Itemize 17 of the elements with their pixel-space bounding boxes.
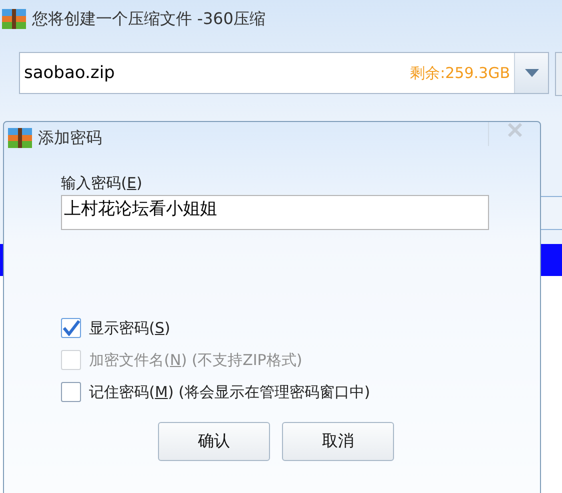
password-field[interactable]: 上村花论坛看小姐姐 <box>61 195 489 230</box>
dropdown-button[interactable] <box>514 53 548 93</box>
archive-icon <box>8 128 32 148</box>
archive-icon <box>2 9 26 29</box>
option-label: 显示密码(S) <box>89 318 170 338</box>
dialog-button[interactable]: 取消 <box>282 422 394 461</box>
password-label: 输入密码(E) <box>61 174 142 193</box>
window-title: 您将创建一个压缩文件 -360压缩 <box>32 8 266 30</box>
option-label: 加密文件名(N) (不支持ZIP格式) <box>89 350 302 370</box>
caret-icon <box>524 69 538 77</box>
checkbox[interactable] <box>61 382 81 402</box>
checkbox[interactable] <box>61 318 81 338</box>
option-label: 记住密码(M) (将会显示在管理密码窗口中) <box>89 382 370 402</box>
free-space-label: 剩余:259.3GB <box>410 64 510 82</box>
dialog-title: 添加密码 <box>38 128 102 148</box>
path-field[interactable]: saobao.zip 剩余:259.3GB <box>19 52 549 94</box>
dialog-button[interactable]: 确认 <box>158 422 270 461</box>
